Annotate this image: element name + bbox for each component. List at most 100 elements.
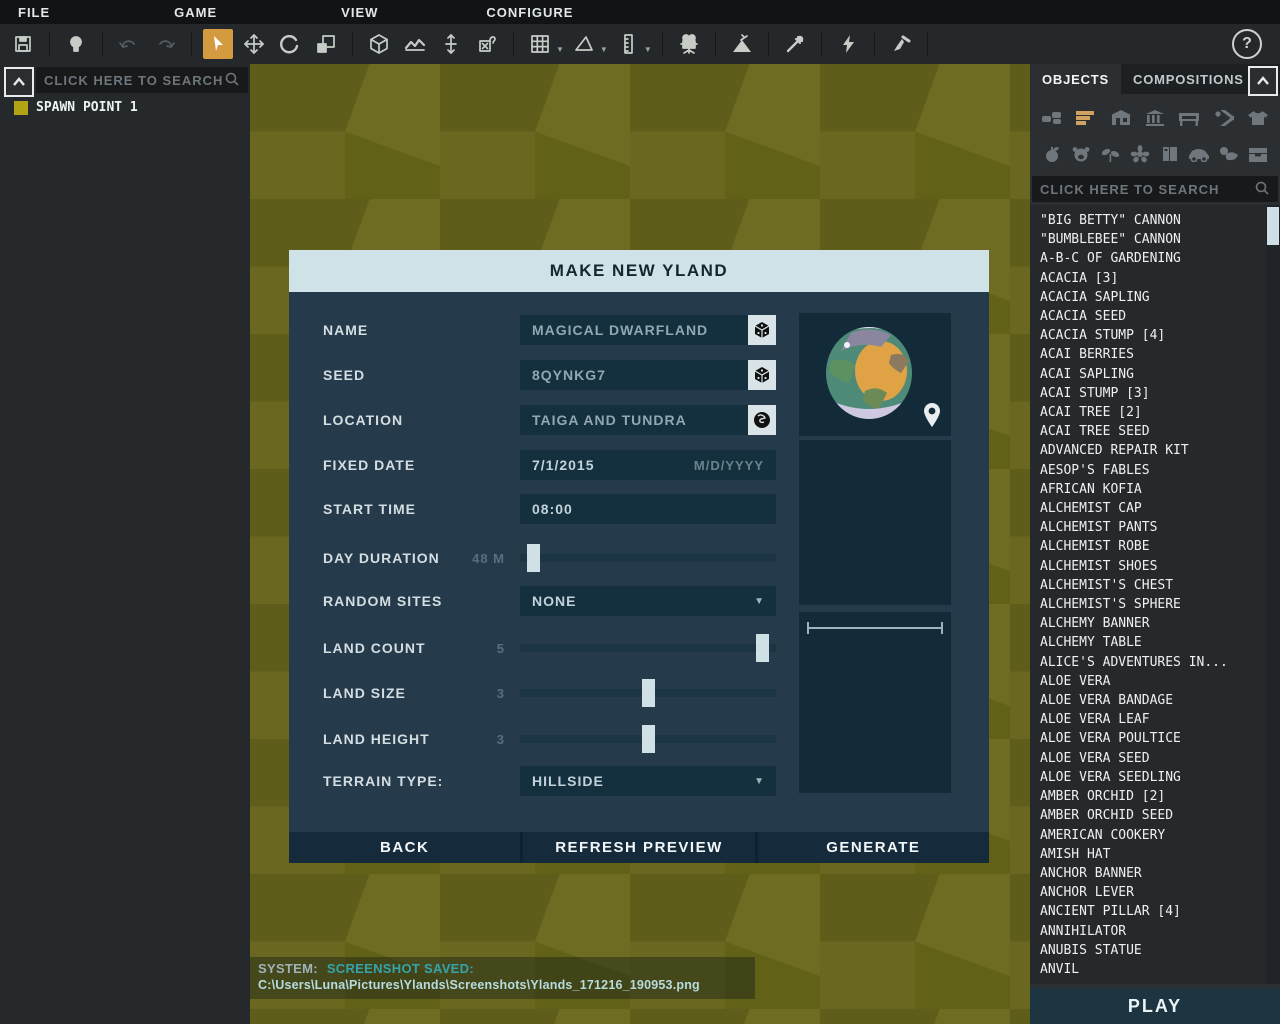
- remove-marker-icon[interactable]: [472, 29, 502, 59]
- object-list-item[interactable]: ALCHEMIST'S SPHERE: [1040, 595, 1266, 614]
- category-containers-icon[interactable]: [1246, 143, 1270, 165]
- list-item-spawn-point[interactable]: SPAWN POINT 1: [14, 100, 138, 115]
- terrain-wave-icon[interactable]: [400, 29, 430, 59]
- object-list-item[interactable]: ALCHEMY BANNER: [1040, 614, 1266, 633]
- object-list-item[interactable]: ALCHEMIST'S CHEST: [1040, 576, 1266, 595]
- object-list-item[interactable]: ALCHEMIST ROBE: [1040, 537, 1266, 556]
- start-time-input[interactable]: 08:00: [520, 494, 776, 524]
- globe-preview[interactable]: [799, 313, 951, 436]
- ruler-icon[interactable]: [613, 29, 643, 59]
- menu-game[interactable]: GAME: [160, 5, 231, 20]
- category-monuments-icon[interactable]: [1143, 107, 1167, 129]
- land-count-slider[interactable]: [520, 633, 776, 663]
- object-list-item[interactable]: ANNIHILATOR: [1040, 922, 1266, 941]
- scale-tool-icon[interactable]: [311, 29, 341, 59]
- object-list-item[interactable]: ANCIENT PILLAR [4]: [1040, 902, 1266, 921]
- seed-input[interactable]: 8QYNKG7: [520, 360, 748, 390]
- object-list-item[interactable]: ACAI STUMP [3]: [1040, 384, 1266, 403]
- name-input[interactable]: MAGICAL DWARFLAND: [520, 315, 748, 345]
- randomize-name-button[interactable]: [748, 315, 776, 345]
- day-duration-handle[interactable]: [527, 544, 540, 572]
- land-height-handle[interactable]: [642, 725, 655, 753]
- back-button[interactable]: BACK: [289, 832, 520, 863]
- object-list-item[interactable]: ALOE VERA POULTICE: [1040, 729, 1266, 748]
- brush-icon[interactable]: [886, 29, 916, 59]
- day-duration-track[interactable]: [520, 554, 776, 562]
- object-list-item[interactable]: AMBER ORCHID SEED: [1040, 806, 1266, 825]
- object-list-item[interactable]: AFRICAN KOFIA: [1040, 480, 1266, 499]
- fixed-date-input[interactable]: 7/1/2015 M/D/YYYY: [520, 450, 776, 480]
- ruler-dropdown-icon[interactable]: ▼: [644, 45, 652, 54]
- category-vehicles-icon[interactable]: [1187, 143, 1211, 165]
- object-list-item[interactable]: ALOE VERA BANDAGE: [1040, 691, 1266, 710]
- objects-search-input[interactable]: CLICK HERE TO SEARCH: [1032, 176, 1278, 202]
- object-list-item[interactable]: ALICE'S ADVENTURES IN...: [1040, 653, 1266, 672]
- object-list-item[interactable]: "BIG BETTY" CANNON: [1040, 211, 1266, 230]
- objects-scrollbar[interactable]: [1266, 205, 1280, 984]
- play-button[interactable]: PLAY: [1030, 988, 1280, 1024]
- category-plants-icon[interactable]: [1099, 143, 1123, 165]
- object-list-item[interactable]: ALCHEMY TABLE: [1040, 633, 1266, 652]
- lightning-icon[interactable]: [833, 29, 863, 59]
- scrollbar-thumb[interactable]: [1267, 207, 1279, 245]
- menu-configure[interactable]: CONFIGURE: [472, 5, 587, 20]
- object-list-item[interactable]: ALOE VERA LEAF: [1040, 710, 1266, 729]
- category-animals-icon[interactable]: [1069, 143, 1093, 165]
- angle-icon[interactable]: [569, 29, 599, 59]
- object-list-item[interactable]: ANUBIS STATUE: [1040, 941, 1266, 960]
- object-list-item[interactable]: A-B-C OF GARDENING: [1040, 249, 1266, 268]
- preview-zoom-slider[interactable]: [807, 622, 943, 634]
- rotate-tool-icon[interactable]: [275, 29, 305, 59]
- bulb-icon[interactable]: [61, 29, 91, 59]
- object-list-item[interactable]: ADVANCED REPAIR KIT: [1040, 441, 1266, 460]
- undo-icon[interactable]: [114, 29, 144, 59]
- category-grab-icon[interactable]: [1217, 143, 1241, 165]
- object-list-item[interactable]: AMBER ORCHID [2]: [1040, 787, 1266, 806]
- generate-button[interactable]: GENERATE: [758, 832, 989, 863]
- random-sites-select[interactable]: NONE ▼: [520, 586, 776, 616]
- category-clothing-icon[interactable]: [1246, 107, 1270, 129]
- grid-dropdown-icon[interactable]: ▼: [556, 45, 564, 54]
- menu-view[interactable]: VIEW: [327, 5, 392, 20]
- land-count-handle[interactable]: [756, 634, 769, 662]
- land-height-slider[interactable]: [520, 724, 776, 754]
- tab-objects[interactable]: OBJECTS: [1030, 64, 1121, 94]
- object-list-item[interactable]: ALOE VERA SEEDLING: [1040, 768, 1266, 787]
- object-list-item[interactable]: "BUMBLEBEE" CANNON: [1040, 230, 1266, 249]
- eyedropper-icon[interactable]: [780, 29, 810, 59]
- object-list-item[interactable]: ANCHOR LEVER: [1040, 883, 1266, 902]
- refresh-preview-button[interactable]: REFRESH PREVIEW: [523, 832, 754, 863]
- category-buildings-icon[interactable]: [1109, 107, 1133, 129]
- land-size-handle[interactable]: [642, 679, 655, 707]
- redo-icon[interactable]: [150, 29, 180, 59]
- object-list-item[interactable]: AESOP'S FABLES: [1040, 461, 1266, 480]
- randomize-seed-button[interactable]: [748, 360, 776, 390]
- object-list-item[interactable]: ALCHEMIST PANTS: [1040, 518, 1266, 537]
- object-list-item[interactable]: ACACIA [3]: [1040, 269, 1266, 288]
- terrain-pick-icon[interactable]: [727, 29, 757, 59]
- angle-dropdown-icon[interactable]: ▼: [600, 45, 608, 54]
- object-list-item[interactable]: ACAI BERRIES: [1040, 345, 1266, 364]
- category-terrain-blocks-icon[interactable]: [1040, 107, 1064, 129]
- object-list-item[interactable]: ACAI SAPLING: [1040, 365, 1266, 384]
- move-tool-icon[interactable]: [239, 29, 269, 59]
- cube-icon[interactable]: [364, 29, 394, 59]
- object-list-item[interactable]: ACAI TREE [2]: [1040, 403, 1266, 422]
- object-list-item[interactable]: AMERICAN COOKERY: [1040, 826, 1266, 845]
- object-list-item[interactable]: ACACIA STUMP [4]: [1040, 326, 1266, 345]
- object-list-item[interactable]: ALCHEMIST SHOES: [1040, 557, 1266, 576]
- grid-icon[interactable]: [525, 29, 555, 59]
- category-tools-icon[interactable]: [1212, 107, 1236, 129]
- terrain-type-select[interactable]: HILLSIDE ▼: [520, 766, 776, 796]
- pick-location-button[interactable]: [748, 405, 776, 435]
- category-flowers-icon[interactable]: [1128, 143, 1152, 165]
- category-books-icon[interactable]: [1158, 143, 1182, 165]
- location-input[interactable]: TAIGA AND TUNDRA: [520, 405, 748, 435]
- select-tool-icon[interactable]: [203, 29, 233, 59]
- camera-icon[interactable]: [674, 29, 704, 59]
- menu-file[interactable]: FILE: [4, 5, 64, 20]
- object-list-item[interactable]: ACAI TREE SEED: [1040, 422, 1266, 441]
- object-list-item[interactable]: ACACIA SAPLING: [1040, 288, 1266, 307]
- help-button[interactable]: ?: [1232, 29, 1262, 59]
- day-duration-slider[interactable]: [520, 543, 776, 573]
